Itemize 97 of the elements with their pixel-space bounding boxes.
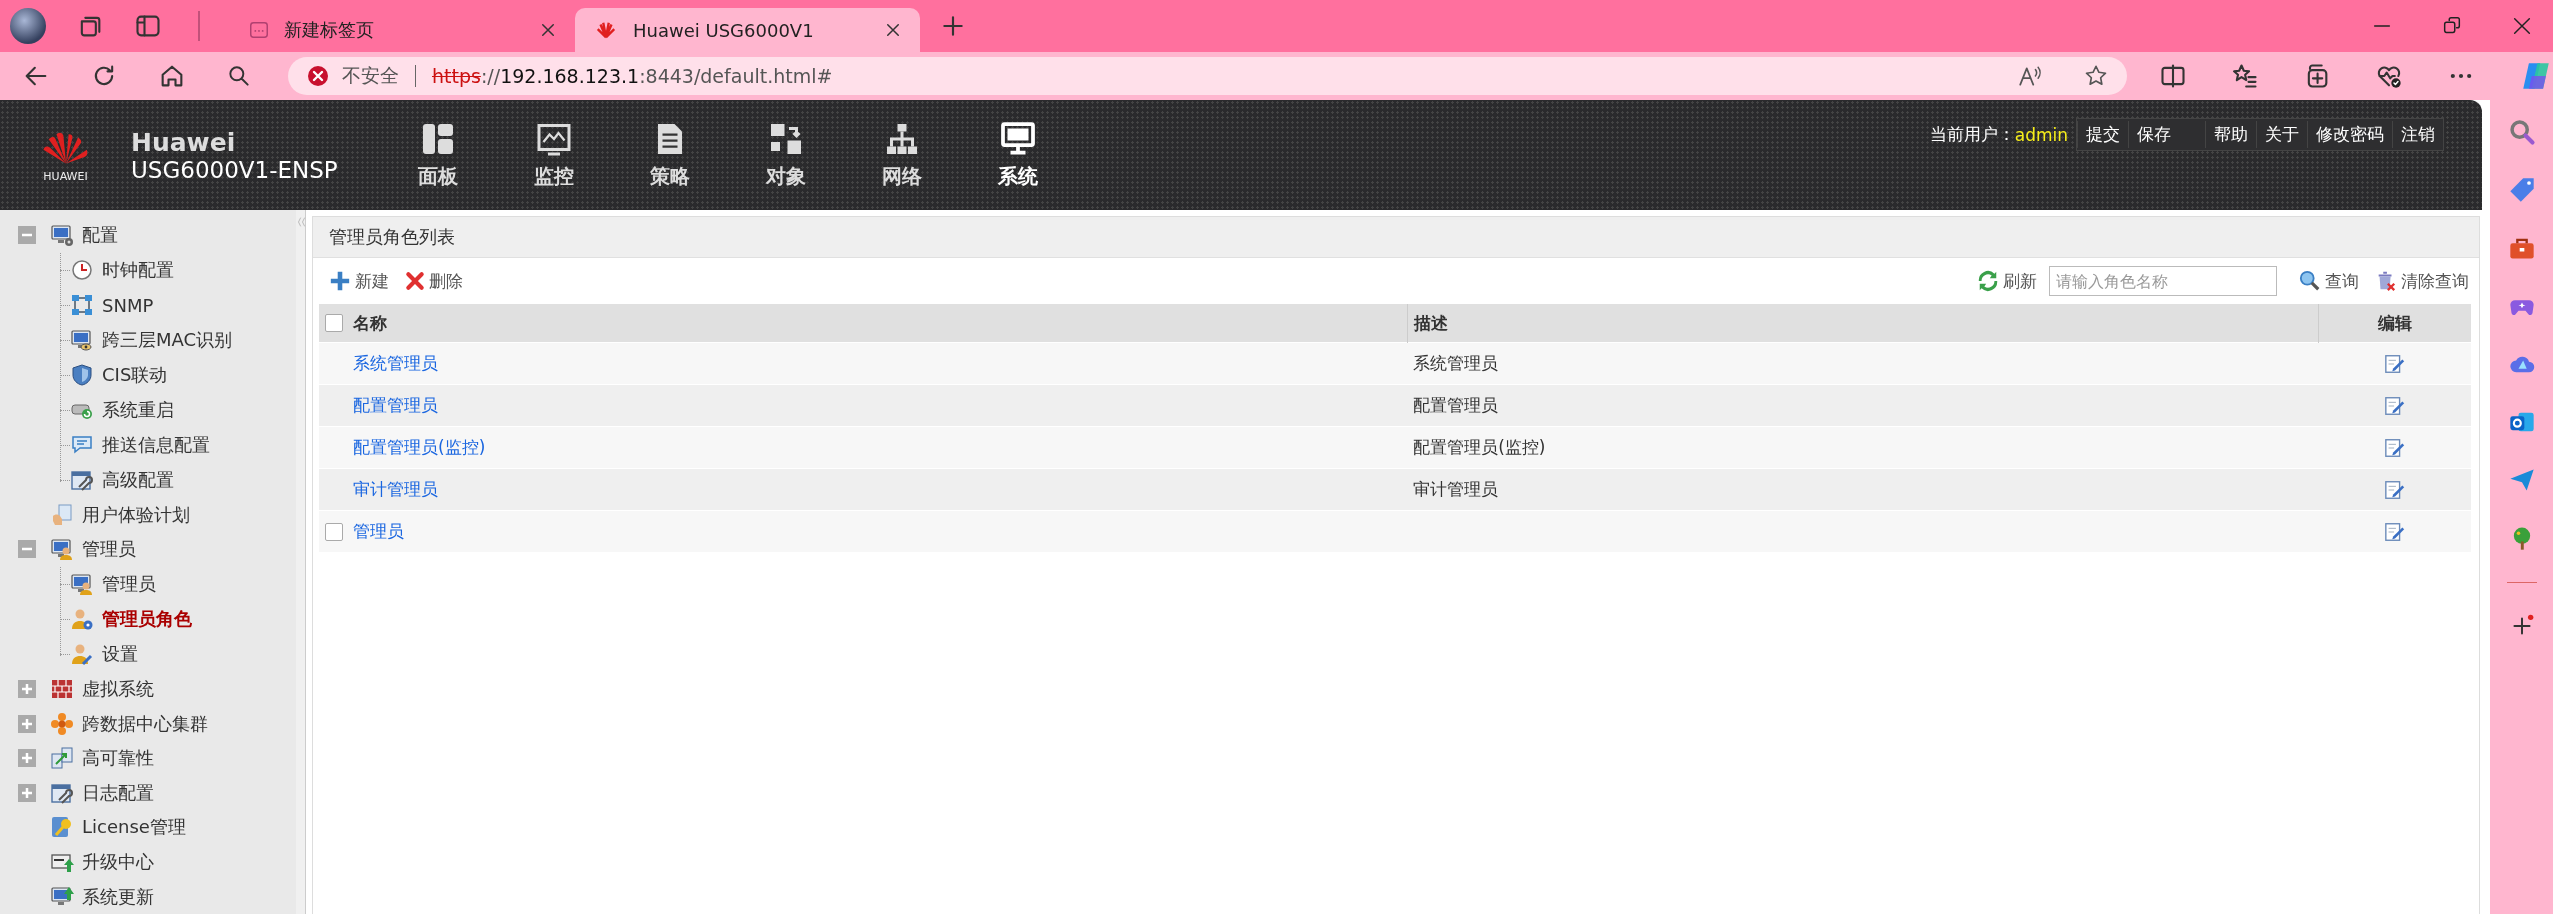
close-icon[interactable]: [2511, 15, 2533, 37]
header-link[interactable]: 注销: [2392, 121, 2443, 148]
security-label: 不安全: [342, 63, 399, 88]
tree-item[interactable]: 推送信息配置: [102, 433, 210, 458]
user-label: 当前用户：: [1929, 123, 2015, 146]
header-link[interactable]: 关于: [2256, 121, 2307, 148]
tree-item[interactable]: 配置: [82, 223, 118, 248]
tree-item[interactable]: 管理员角色: [102, 607, 192, 632]
edit-icon[interactable]: [2383, 394, 2406, 417]
header-link[interactable]: 保存: [2128, 121, 2179, 148]
header-link[interactable]: 提交: [2077, 121, 2128, 148]
role-link[interactable]: 系统管理员: [353, 352, 438, 375]
role-link[interactable]: 管理员: [353, 520, 404, 543]
column-header: 名称: [353, 311, 387, 335]
nav-tab[interactable]: 网络: [843, 112, 960, 198]
checkbox[interactable]: [325, 522, 343, 541]
role-link[interactable]: 配置管理员: [353, 394, 438, 417]
tree-item[interactable]: 设置: [102, 642, 138, 667]
edit-icon[interactable]: [2383, 352, 2406, 375]
header-link[interactable]: 修改密码: [2307, 121, 2392, 148]
address-field[interactable]: 不安全 https://192.168.123.1:8443/default.html#: [288, 57, 2127, 95]
tree-item[interactable]: 高可靠性: [82, 746, 154, 771]
browser-tab[interactable]: 新建标签页: [230, 8, 575, 52]
new-button[interactable]: 新建: [325, 267, 393, 295]
panel-title: 管理员角色列表: [329, 225, 455, 249]
clock-icon: [70, 258, 94, 283]
favorites-icon[interactable]: [2231, 62, 2259, 90]
shield-icon: [70, 363, 94, 388]
tree-item[interactable]: 系统更新: [82, 884, 154, 909]
refresh-button[interactable]: 刷新: [1973, 267, 2041, 295]
brand-name: Huawei: [131, 127, 237, 157]
monitor-eye-icon: [70, 328, 94, 353]
nav-tab[interactable]: 对象: [727, 112, 844, 198]
column-header: 编辑: [2378, 312, 2412, 333]
search-icon[interactable]: [226, 63, 252, 89]
table-cell: 系统管理员: [1413, 353, 1499, 373]
refresh-icon: [1977, 270, 1999, 292]
tree-item[interactable]: 管理员: [82, 537, 136, 562]
edit-icon[interactable]: [2383, 436, 2406, 459]
tree-item[interactable]: 日志配置: [82, 780, 154, 805]
user-monitor-icon: [50, 537, 74, 562]
tree-item[interactable]: SNMP: [102, 294, 154, 316]
device-model: USG6000V1-ENSP: [131, 156, 338, 183]
profile-avatar[interactable]: [10, 8, 46, 44]
tree-item[interactable]: 系统重启: [102, 398, 174, 423]
nav-tab[interactable]: 策略: [611, 112, 728, 198]
close-icon: [884, 21, 902, 39]
tree-item[interactable]: CIS联动: [102, 363, 168, 388]
monitor-gear-icon: [50, 223, 74, 248]
tree-item[interactable]: License管理: [82, 815, 186, 840]
column-header: 描述: [1413, 312, 1448, 333]
table-cell: 配置管理员: [1413, 395, 1499, 415]
tree-item[interactable]: 升级中心: [82, 850, 154, 875]
monitor-icon: [999, 120, 1036, 157]
error-icon: [306, 64, 330, 88]
browser-tab[interactable]: Huawei USG6000V1: [575, 8, 920, 52]
tree-item[interactable]: 用户体验计划: [82, 502, 190, 527]
search-icon: [2299, 270, 2321, 292]
tree-item[interactable]: 时钟配置: [102, 258, 174, 283]
url-text: https://192.168.123.1:8443/default.html#: [432, 65, 833, 87]
nav-tab[interactable]: 监控: [495, 112, 612, 198]
user-monitor-icon: [70, 572, 94, 597]
network-icon: [70, 293, 94, 318]
hand-document-icon: [50, 502, 74, 527]
nav-tab[interactable]: 面板: [379, 112, 496, 198]
user-gear-icon: [70, 607, 94, 632]
user-wrench-icon: [70, 642, 94, 667]
arrows-icon: [50, 746, 74, 771]
header-link[interactable]: 帮助: [2205, 121, 2256, 148]
tree-item[interactable]: 管理员: [102, 572, 156, 597]
delete-x-icon: [405, 271, 425, 291]
search-field[interactable]: 请输入角色名称: [2049, 266, 2277, 296]
checkbox[interactable]: [325, 314, 343, 332]
delete-button[interactable]: 删除: [401, 267, 467, 295]
calendar-wrench-icon: [70, 468, 94, 493]
close-icon: [539, 21, 557, 39]
key-icon: [50, 815, 74, 840]
new-tab-icon[interactable]: [940, 13, 966, 39]
user-name: admin: [2014, 124, 2068, 145]
role-link[interactable]: 审计管理员: [353, 478, 438, 501]
edit-icon[interactable]: [2383, 520, 2406, 543]
tree-item[interactable]: 跨数据中心集群: [82, 711, 208, 736]
clear-query-button[interactable]: 清除查询: [2371, 267, 2473, 295]
edit-icon[interactable]: [2383, 478, 2406, 501]
flower-icon: [50, 711, 74, 736]
plus-icon: [329, 270, 351, 292]
table-cell: 配置管理员(监控): [1413, 437, 1546, 457]
new-tab-page-icon: [248, 19, 270, 41]
split-screen-icon[interactable]: [2159, 62, 2187, 90]
table-cell: 审计管理员: [1413, 479, 1499, 499]
tree-item[interactable]: 跨三层MAC识别: [102, 328, 233, 353]
tree-item[interactable]: 虚拟系统: [82, 677, 154, 702]
nav-tab[interactable]: 系统: [959, 112, 1076, 198]
logo-text: HUAWEI: [43, 169, 88, 183]
tree-item[interactable]: 高级配置: [102, 468, 174, 493]
query-button[interactable]: 查询: [2295, 267, 2363, 295]
role-link[interactable]: 配置管理员(监控): [353, 436, 486, 459]
